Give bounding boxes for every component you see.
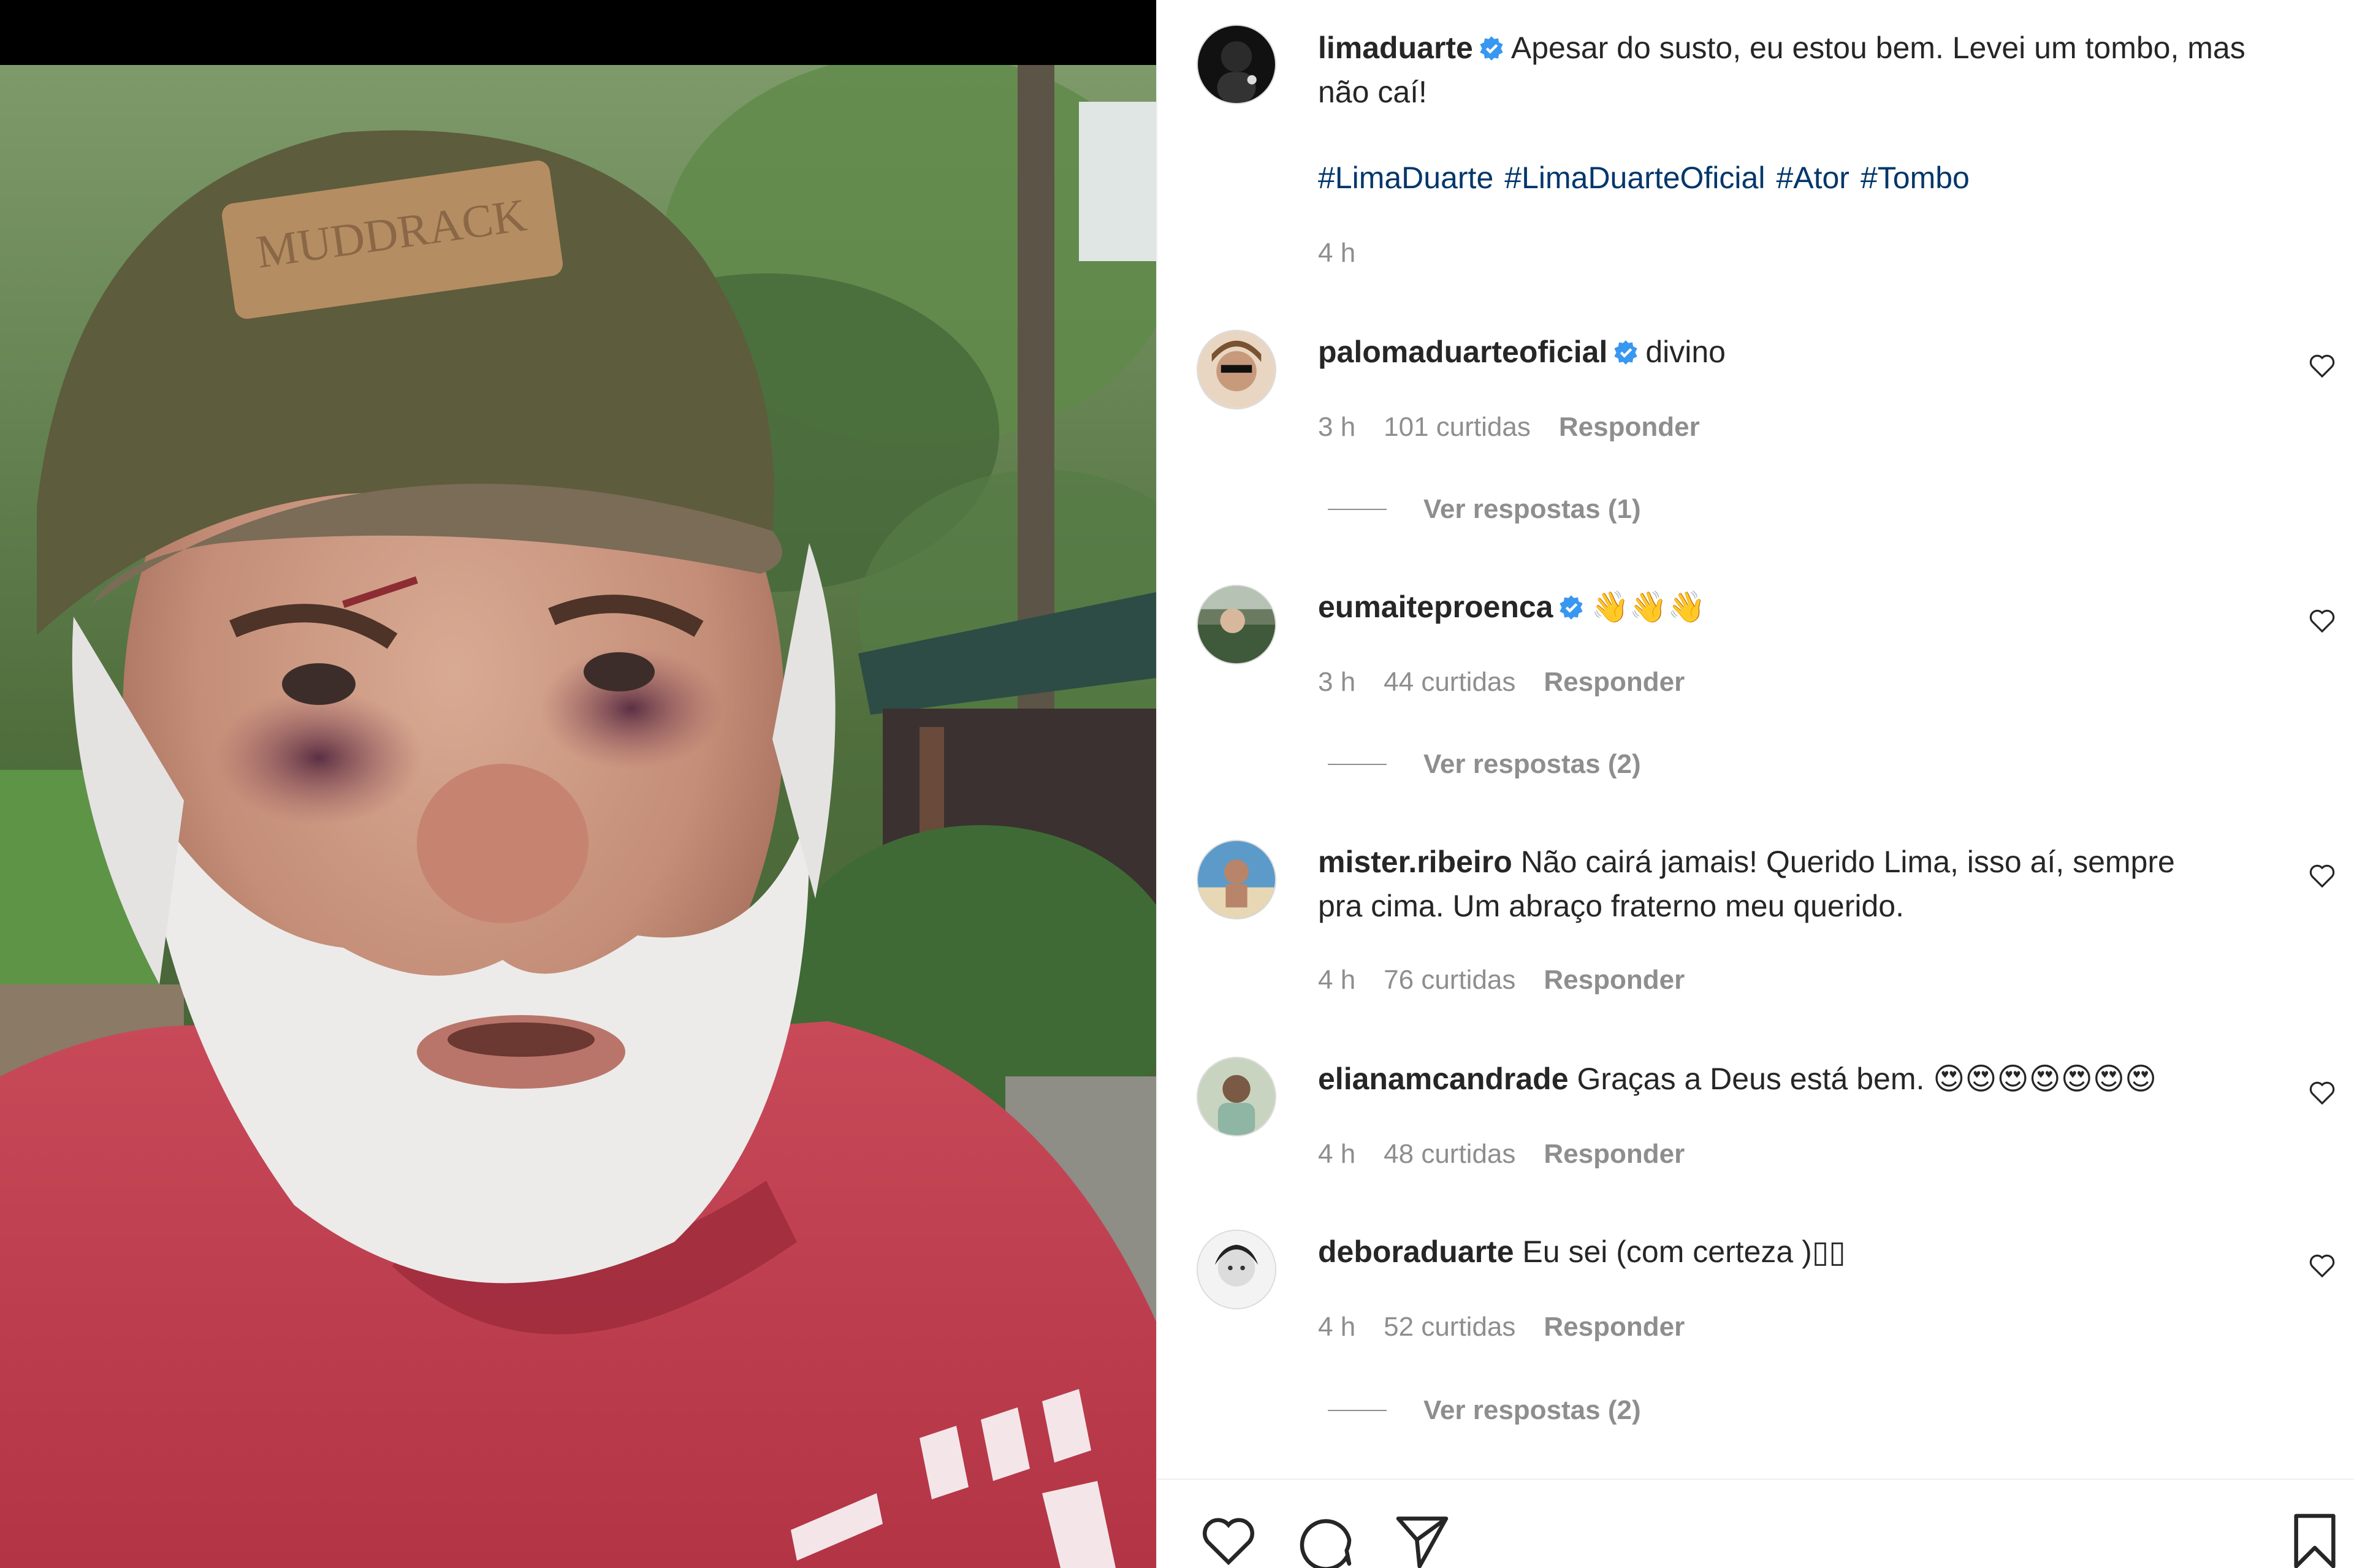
caption-text-line-1: Apesar do susto, eu estou bem. Levei um … (1510, 31, 2245, 65)
hashtag-link[interactable]: #LimaDuarteOficial (1504, 161, 1765, 195)
view-replies-button[interactable]: Ver respostas (1) (1328, 494, 1641, 525)
comment-likes[interactable]: 44 curtidas (1384, 667, 1515, 697)
replies-divider (1328, 1410, 1387, 1411)
comment-username[interactable]: elianamcandrade (1318, 1062, 1569, 1096)
comment-avatar[interactable] (1197, 1230, 1276, 1309)
comment-item: elianamcandrade Graças a Deus está bem. … (1318, 1057, 2336, 1101)
replies-divider (1328, 764, 1387, 765)
comment-username[interactable]: eumaiteproenca (1318, 590, 1553, 624)
heart-outline-icon[interactable] (2307, 1078, 2337, 1107)
hashtag-link[interactable]: #Ator (1776, 161, 1849, 195)
comment-avatar[interactable] (1197, 330, 1276, 409)
comment-likes[interactable]: 101 curtidas (1384, 412, 1531, 442)
photo-top-black-bar (0, 0, 1156, 65)
verified-badge-icon (1560, 595, 1583, 620)
reply-button[interactable]: Responder (1559, 412, 1700, 442)
comment-avatar[interactable] (1197, 1057, 1276, 1136)
post-caption: limaduarte Apesar do susto, eu estou bem.… (1318, 26, 2336, 200)
view-replies-button[interactable]: Ver respostas (2) (1328, 749, 1641, 780)
comment-meta: 3 h 44 curtidas Responder (1318, 667, 1713, 698)
comment-meta: 4 h 52 curtidas Responder (1318, 1312, 1713, 1342)
comment-time: 4 h (1318, 965, 1356, 995)
comment-bubble-icon[interactable] (1293, 1508, 1357, 1568)
comment-text: Eu sei (com certeza )▯▯ (1522, 1235, 1846, 1269)
comment-item: deboraduarte Eu sei (com certeza )▯▯ (1318, 1230, 2336, 1274)
action-bar-divider (1157, 1479, 2354, 1480)
heart-icon[interactable] (1197, 1508, 1260, 1568)
comment-meta: 4 h 48 curtidas Responder (1318, 1139, 1713, 1170)
comment-avatar[interactable] (1197, 840, 1276, 919)
hashtag-link[interactable]: #LimaDuarte (1318, 161, 1493, 195)
instagram-post-view: MUDDRACK limaduarte Apesar do susto, eu e… (0, 0, 2354, 1568)
heart-outline-icon[interactable] (2307, 1250, 2337, 1280)
view-replies-label[interactable]: Ver respostas (2) (1423, 1395, 1641, 1426)
comment-time: 3 h (1318, 667, 1356, 697)
hashtag-link[interactable]: #Tombo (1861, 161, 1970, 195)
comment-time: 3 h (1318, 412, 1356, 442)
comment-username[interactable]: deboraduarte (1318, 1235, 1514, 1269)
comment-likes[interactable]: 52 curtidas (1384, 1312, 1515, 1342)
verified-badge-icon (1480, 36, 1503, 61)
heart-outline-icon[interactable] (2307, 606, 2337, 635)
comment-likes[interactable]: 76 curtidas (1384, 965, 1515, 995)
heart-outline-icon[interactable] (2307, 351, 2337, 380)
comment-likes[interactable]: 48 curtidas (1384, 1139, 1515, 1169)
heart-outline-icon[interactable] (2307, 861, 2337, 890)
comment-meta: 4 h 76 curtidas Responder (1318, 965, 1713, 995)
comment-avatar[interactable] (1197, 585, 1276, 664)
paper-plane-icon[interactable] (1390, 1508, 1454, 1568)
comment-item: palomaduarteoficial divino (1318, 330, 2336, 374)
comment-text: Não cairá jamais! Querido Lima, isso aí,… (1520, 845, 2175, 879)
comment-item: mister.ribeiro Não cairá jamais! Querido… (1318, 840, 2336, 928)
view-replies-label[interactable]: Ver respostas (1) (1423, 494, 1641, 525)
comment-time: 4 h (1318, 1312, 1356, 1342)
comment-item: eumaiteproenca 👋👋👋 (1318, 585, 2336, 629)
view-replies-label[interactable]: Ver respostas (2) (1423, 749, 1641, 780)
author-avatar[interactable] (1197, 25, 1276, 104)
comment-time: 4 h (1318, 1139, 1356, 1169)
bookmark-icon[interactable] (2283, 1508, 2347, 1568)
photo-image: MUDDRACK (0, 65, 1156, 1568)
hashtag-list: #LimaDuarte #LimaDuarteOficial #Ator #Tombo (1318, 156, 2336, 200)
replies-divider (1328, 509, 1387, 510)
reply-button[interactable]: Responder (1544, 667, 1685, 697)
comment-username[interactable]: palomaduarteoficial (1318, 335, 1607, 369)
comment-text-line-2: pra cima. Um abraço fraterno meu querido… (1318, 889, 1904, 923)
post-photo[interactable]: MUDDRACK (0, 0, 1156, 1568)
reply-button[interactable]: Responder (1544, 965, 1685, 995)
comment-text: 👋👋👋 (1591, 590, 1706, 624)
reply-button[interactable]: Responder (1544, 1312, 1685, 1342)
comment-meta: 3 h 101 curtidas Responder (1318, 412, 1728, 443)
verified-badge-icon (1614, 340, 1638, 365)
post-timestamp: 4 h (1318, 238, 1356, 268)
caption-text-line-2: não caí! (1318, 75, 1427, 109)
comment-text: Graças a Deus está bem. 😍😍😍😍😍😍😍 (1577, 1062, 2157, 1096)
comment-text: divino (1645, 335, 1726, 369)
post-side-panel: limaduarte Apesar do susto, eu estou bem.… (1156, 0, 2354, 1568)
author-username[interactable]: limaduarte (1318, 31, 1473, 65)
comment-username[interactable]: mister.ribeiro (1318, 845, 1512, 879)
view-replies-button[interactable]: Ver respostas (2) (1328, 1395, 1641, 1426)
reply-button[interactable]: Responder (1544, 1139, 1685, 1169)
